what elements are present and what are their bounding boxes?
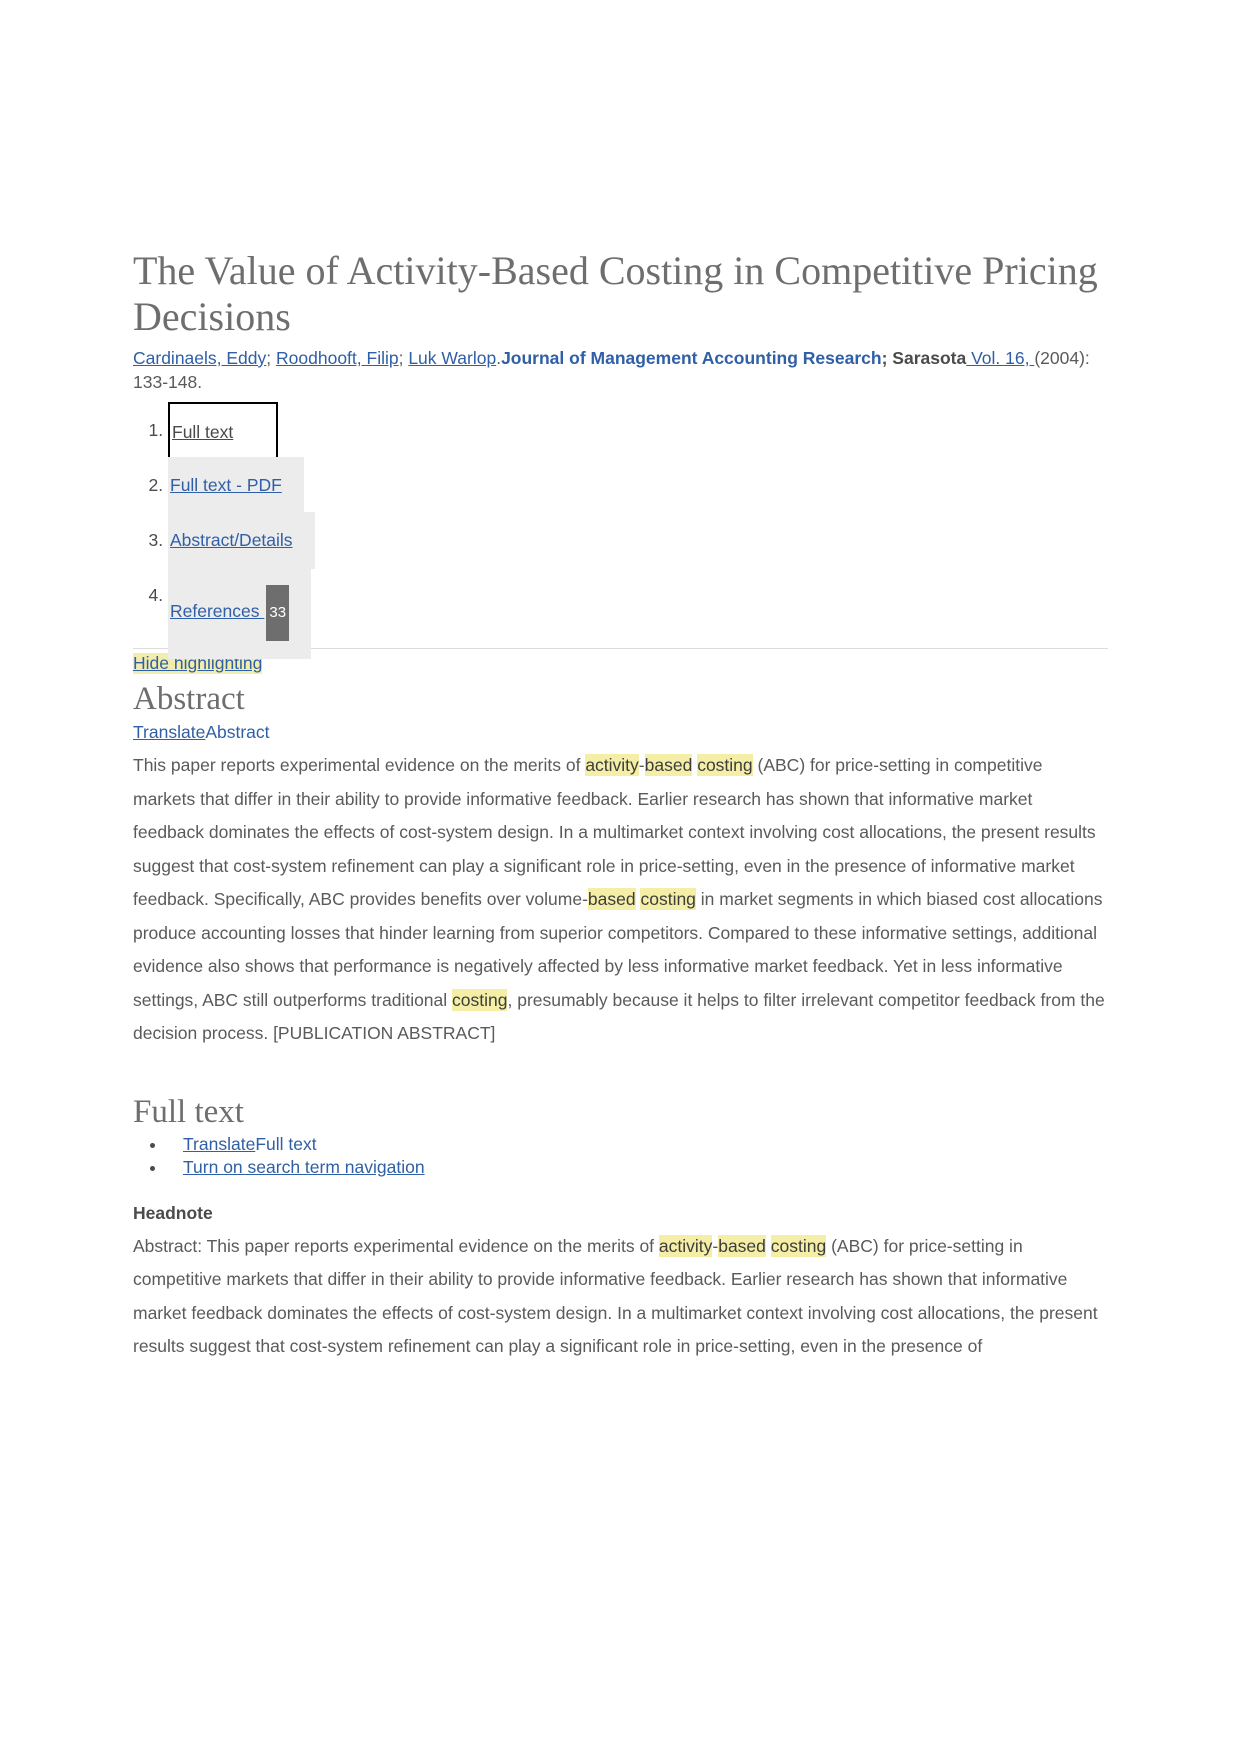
author-link-1[interactable]: Cardinaels, Eddy: [133, 348, 266, 368]
list-item: Turn on search term navigation: [167, 1156, 1108, 1179]
publication-place: ; Sarasota: [881, 348, 967, 368]
search-term-navigation-link[interactable]: Turn on search term navigation: [183, 1157, 425, 1177]
translate-abstract-link[interactable]: Translate: [133, 722, 205, 742]
translate-full-text-link[interactable]: Translate: [183, 1134, 255, 1154]
author-separator-1: ;: [266, 348, 277, 368]
list-item: References 33: [168, 567, 1108, 659]
paragraph-text: This paper reports experimental evidence…: [133, 755, 586, 775]
references-count-badge: 33: [266, 585, 290, 641]
doc-link-label[interactable]: Full text: [172, 422, 233, 442]
page-title: The Value of Activity-Based Costing in C…: [133, 248, 1098, 339]
highlighted-term: based: [587, 888, 636, 910]
document-links-list: Full text Full text - PDF Abstract/Detai…: [133, 402, 1108, 659]
journal-name: Journal of Management Accounting Researc…: [501, 348, 882, 368]
doc-link-tab-full-text[interactable]: Full text: [168, 402, 278, 463]
highlighted-term: costing: [452, 988, 508, 1011]
paragraph-text: Abstract: This paper reports experimenta…: [133, 1235, 659, 1256]
highlighted-term: costing: [697, 754, 753, 776]
highlighted-term: activity: [585, 754, 639, 776]
author-link-2[interactable]: Roodhooft, Filip: [276, 348, 399, 368]
highlighted-term: activity: [658, 1234, 713, 1257]
highlighted-term: based: [644, 754, 693, 776]
document-page: The Value of Activity-Based Costing in C…: [133, 0, 1108, 1364]
doc-link-label[interactable]: Abstract/Details: [170, 530, 293, 550]
translate-full-text-suffix: Full text: [255, 1133, 317, 1154]
full-text-heading: Full text: [133, 1093, 244, 1130]
abstract-heading: Abstract: [133, 681, 245, 717]
highlighted-term: costing: [640, 888, 696, 910]
list-item: Full text: [168, 402, 1108, 475]
highlighted-term: costing: [770, 1234, 827, 1257]
translate-abstract-suffix: Abstract: [205, 722, 270, 742]
citation-line: Cardinaels, Eddy; Roodhooft, Filip; Luk …: [133, 346, 1108, 394]
headnote-label: Headnote: [133, 1202, 213, 1223]
doc-link-tab-full-text-pdf[interactable]: Full text - PDF: [168, 457, 304, 514]
translate-abstract-line: TranslateAbstract: [133, 722, 1108, 743]
paragraph-text: -: [638, 755, 645, 775]
doc-link-tab-abstract-details[interactable]: Abstract/Details: [168, 512, 315, 569]
doc-link-tab-references[interactable]: References 33: [168, 567, 312, 659]
list-item: TranslateFull text: [167, 1133, 1108, 1156]
volume-link[interactable]: Vol. 16,: [966, 348, 1034, 368]
abstract-paragraph: This paper reports experimental evidence…: [133, 749, 1108, 1051]
highlighted-term: based: [718, 1234, 766, 1257]
full-text-links-list: TranslateFull text Turn on search term n…: [133, 1133, 1108, 1179]
author-link-3[interactable]: Luk Warlop: [408, 348, 496, 368]
full-text-paragraph: Abstract: This paper reports experimenta…: [133, 1230, 1108, 1364]
author-separator-2: ;: [398, 348, 409, 368]
paragraph-text: (ABC) for price-setting in competitive m…: [133, 755, 1096, 909]
doc-link-label[interactable]: References: [170, 601, 264, 621]
doc-link-label[interactable]: Full text - PDF: [170, 475, 282, 495]
